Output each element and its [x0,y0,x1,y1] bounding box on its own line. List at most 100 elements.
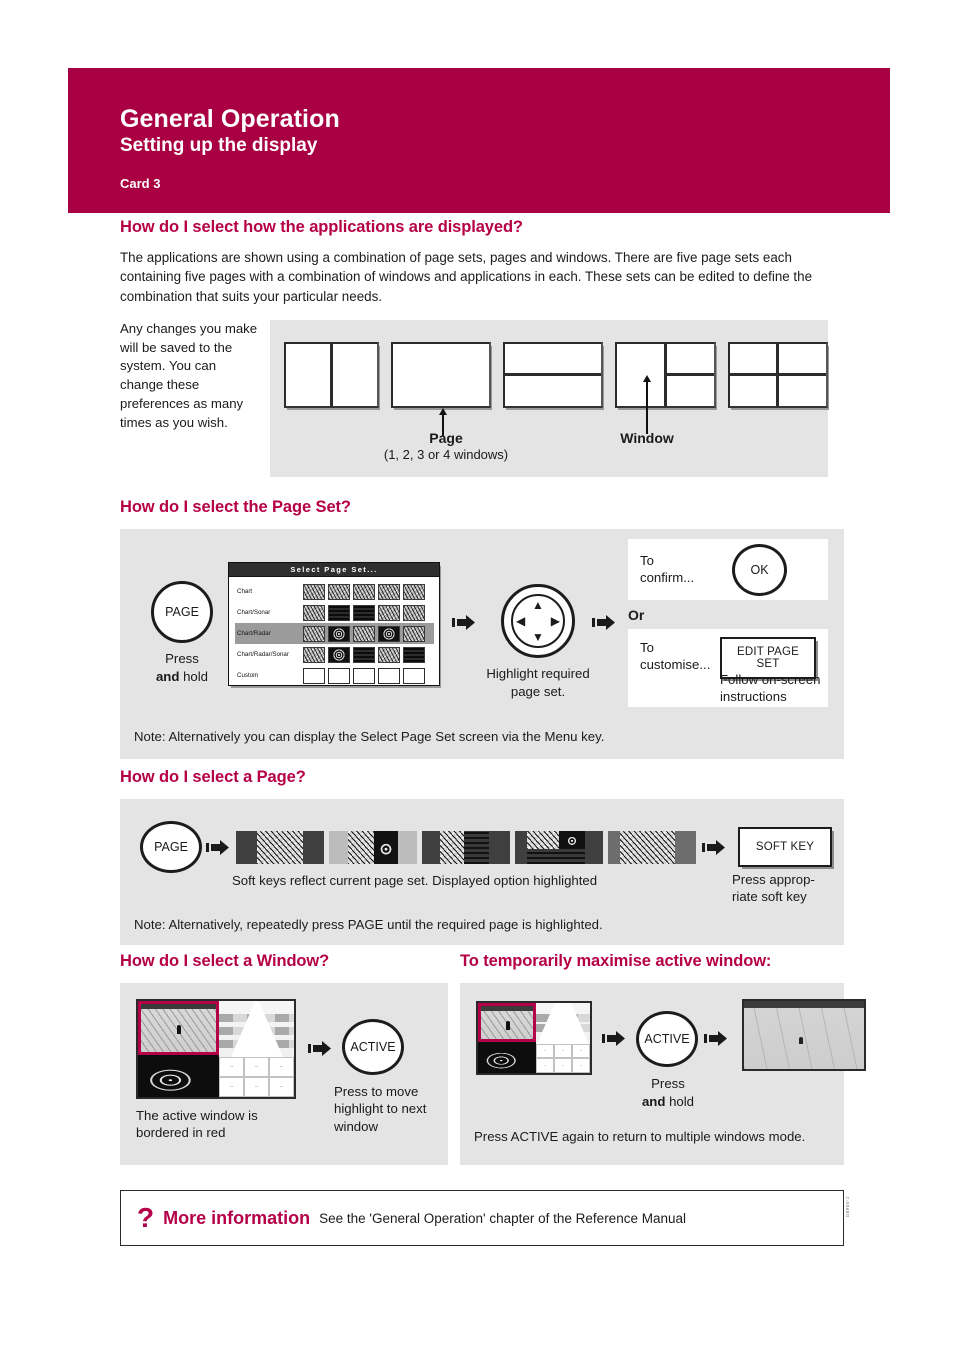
thumbnail-chart [303,625,325,642]
select-window-panel: -- -- -- -- -- -- ACTIVE Press to move h… [120,983,448,1165]
multi-window-display: -- -- -- -- -- -- [136,999,296,1099]
maximise-press-caption: Press and hold [626,1075,710,1111]
active-key-button-2[interactable]: ACTIVE [636,1011,698,1067]
page-set-row-chart[interactable]: Chart [235,581,434,602]
softkey-page-4[interactable] [515,831,603,864]
soft-key-label: SOFT KEY [755,841,815,853]
thumbnail-chart [353,625,375,642]
trackpad-down-icon[interactable]: ▼ [532,631,544,643]
softkey-page-3[interactable] [422,831,510,864]
card-number: Card 3 [120,176,161,192]
page-set-row-custom[interactable]: Custom [235,665,434,686]
thumbnail-sonar [353,646,375,663]
row-thumbnails [303,667,425,684]
perspective-3d-window[interactable] [219,1001,294,1057]
select-page-note: Note: Alternatively, repeatedly press PA… [134,917,603,932]
layout-cell [286,343,330,406]
trackpad-left-icon[interactable]: ◀ [516,615,525,627]
side-note-preferences: Any changes you make will be saved to th… [120,320,258,430]
active-chart-window[interactable] [138,1001,220,1055]
section-heading-page-set: How do I select the Page Set? [120,498,351,516]
thumbnail-chart [403,604,425,621]
layout-row [729,343,826,374]
radar-window[interactable] [138,1054,220,1097]
follow-instructions-text: Follow on-screen instructions [720,672,821,705]
select-page-set-dialog[interactable]: Select Page Set... Chart Chart/Sonar Cha… [228,562,440,686]
page-set-panel: PAGE Press and hold Select Page Set... C… [120,529,844,759]
page-set-note: Note: Alternatively you can display the … [134,729,605,744]
trackpad-up-icon[interactable]: ▲ [532,599,544,611]
more-information-text: See the 'General Operation' chapter of t… [319,1210,686,1226]
vessel-icon [506,1020,511,1030]
softkey-page-5[interactable] [608,831,696,864]
ok-button[interactable]: OK [732,544,787,596]
flow-arrow-4 [206,840,229,855]
thumbnail-radar [378,625,400,642]
vessel-icon [799,1037,804,1045]
softkey-page-1[interactable] [236,831,324,864]
active-press-caption: Press to move highlight to next window [334,1084,427,1134]
data-window-2[interactable]: - - - - - - [536,1043,590,1073]
layout-cell [667,373,714,406]
section-heading-displayed: How do I select how the applications are… [120,218,523,236]
thumbnail-chart [403,625,425,642]
layout-cell [776,376,826,406]
row-thumbnails [303,583,425,600]
dialog-title: Select Page Set... [229,563,439,577]
layout-cell [667,343,714,374]
data-cell: - [572,1058,590,1073]
and-word-2: and [641,1093,666,1109]
page-layout-examples [284,341,828,408]
layout-cell [729,376,777,406]
section-maximise-window: To temporarily maximise active window: -… [460,952,866,1165]
layout-cell [776,343,826,374]
row-thumbnails [303,604,425,621]
thumbnail-chart [328,583,350,600]
trackpad-control[interactable]: ▲ ▼ ◀ ▶ [501,584,575,658]
page-caption-label: Page [429,429,463,446]
page-set-row-chart-radar-sonar[interactable]: Chart/Radar/Sonar [235,644,434,665]
trackpad-right-icon[interactable]: ▶ [551,615,560,627]
customise-label: To customise... [640,640,711,673]
active-chart-window-2[interactable] [478,1003,537,1043]
page-key-button[interactable]: PAGE [151,581,213,643]
perspective-3d-window-2[interactable] [536,1003,590,1044]
row-thumbnails [303,625,425,642]
data-window[interactable]: -- -- -- -- -- -- [219,1056,294,1097]
more-information-bar: ? More information See the 'General Oper… [120,1190,844,1246]
radar-window-2[interactable] [478,1042,537,1073]
edit-page-set-label: EDIT PAGE SET [736,646,800,670]
active-key-button[interactable]: ACTIVE [342,1019,404,1075]
section-heading-maximise: To temporarily maximise active window: [460,952,772,970]
row-label: Custom [237,672,259,679]
section-select-page-set: How do I select the Page Set? PAGE Press… [120,498,844,759]
page-key-button-2[interactable]: PAGE [140,821,202,873]
layout-diagram-panel: Page (1, 2, 3 or 4 windows) Window [270,319,828,477]
trackpad-group: ▲ ▼ ◀ ▶ Highlight required page set. [482,584,594,701]
page-key-label: PAGE [165,605,199,619]
active-key-label-2: ACTIVE [644,1032,690,1046]
softkey-page-2[interactable] [329,831,417,864]
page-set-row-chart-radar[interactable]: Chart/Radar [235,623,434,644]
data-cell: -- [219,1076,245,1097]
thumbnail-chart [303,604,325,621]
layout-cell [392,343,489,406]
soft-key-button[interactable]: SOFT KEY [738,827,832,867]
thumbnail-chart [378,583,400,600]
page-key-label-2: PAGE [154,840,188,854]
section-heading-window: How do I select a Window? [120,952,330,970]
press-word: Press [165,651,199,666]
layout-diagram-row: Any changes you make will be saved to th… [120,319,844,477]
maximise-note: Press ACTIVE again to return to multiple… [474,1129,806,1144]
layout-cell [617,343,664,406]
flow-arrow-2 [452,615,475,630]
select-page-panel: PAGE SOFT KEY Soft keys reflect current … [120,799,844,945]
page-set-row-chart-sonar[interactable]: Chart/Sonar [235,602,434,623]
page-subtitle: Setting up the display [120,135,318,157]
maximised-chart-window[interactable] [742,999,866,1071]
thumbnail-empty [303,667,325,684]
data-cell: -- [219,1056,245,1077]
page-header: General Operation Setting up the display… [68,68,890,213]
press-word-2: Press [651,1076,685,1091]
window-caption-label: Window [620,429,674,446]
